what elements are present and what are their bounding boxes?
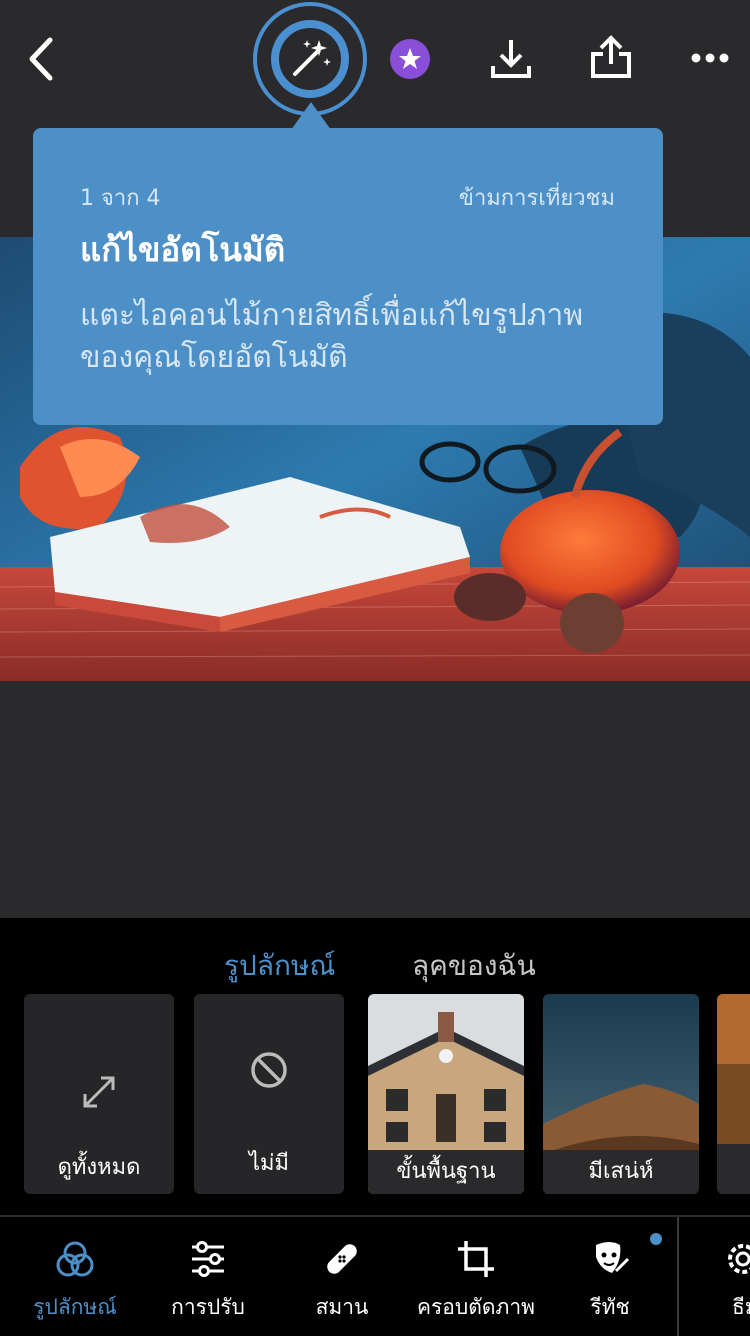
- more-button[interactable]: [690, 46, 730, 70]
- preset-label: ขั้นพื้นฐาน: [368, 1150, 524, 1194]
- sliders-icon: [192, 1241, 224, 1277]
- tooltip-step: 1 จาก 4: [80, 186, 161, 211]
- tab-my-looks[interactable]: ลุคของฉัน: [412, 944, 536, 988]
- auto-edit-ring: [271, 20, 349, 98]
- magic-wand-icon: [293, 40, 331, 76]
- tooltip-arrow: [291, 102, 331, 130]
- download-button[interactable]: [488, 36, 534, 82]
- tab-presets[interactable]: รูปลักษณ์: [224, 944, 335, 988]
- bandage-icon: [327, 1244, 357, 1274]
- toolbar-divider: [677, 1217, 679, 1336]
- expand-icon: [83, 1076, 115, 1108]
- tool-label: ธีม: [732, 1295, 750, 1319]
- back-icon: [29, 37, 53, 81]
- preset-tile-view-all[interactable]: ดูทั้งหมด: [24, 994, 174, 1194]
- tool-adjust[interactable]: การปรับ: [143, 1217, 273, 1336]
- more-icon: [691, 53, 729, 63]
- share-icon: [591, 35, 631, 78]
- tool-crop[interactable]: ครอบตัดภาพ: [411, 1217, 541, 1336]
- tooltip-body: แตะไอคอนไม้กายสิทธิ์เพื่อแก้ไขรูปภาพของค…: [80, 298, 584, 375]
- preset-label: ไม่มี: [248, 1151, 290, 1176]
- tool-label: รูปลักษณ์: [33, 1295, 117, 1319]
- tool-label: สมาน: [315, 1295, 369, 1319]
- share-button[interactable]: [588, 34, 634, 82]
- tooltip-title: แก้ไขอัตโนมัติ: [80, 230, 286, 269]
- preset-thumbnail-partial: [717, 994, 750, 1194]
- preset-label: ดูทั้งหมด: [57, 1155, 141, 1180]
- tool-label: ครอบตัดภาพ: [416, 1295, 536, 1319]
- onboarding-tooltip: 1 จาก 4 ข้ามการเที่ยวชม แก้ไขอัตโนมัติ แ…: [33, 128, 663, 425]
- preset-tile-charm[interactable]: มีเสน่ห์: [543, 994, 699, 1194]
- none-icon: [251, 1052, 287, 1088]
- preset-label: มีเสน่ห์: [543, 1150, 699, 1194]
- tool-presets[interactable]: รูปลักษณ์: [10, 1217, 140, 1336]
- gear-icon: [728, 1244, 750, 1274]
- bottom-toolbar: รูปลักษณ์ การปรับ สมาน ครอบตัดภาพ รีทัช …: [0, 1215, 750, 1336]
- tool-theme[interactable]: ธีม: [685, 1217, 750, 1336]
- tool-label: รีทัช: [590, 1295, 630, 1319]
- crop-icon: [458, 1241, 494, 1277]
- preset-tile-basic[interactable]: ขั้นพื้นฐาน: [368, 994, 524, 1194]
- new-badge-dot: [650, 1233, 662, 1245]
- preset-tile-none[interactable]: ไม่มี: [194, 994, 344, 1194]
- auto-edit-button[interactable]: [253, 2, 367, 116]
- circles-icon: [56, 1241, 94, 1277]
- star-icon: [399, 48, 421, 69]
- face-brush-icon: [596, 1242, 630, 1273]
- download-icon: [491, 40, 531, 78]
- presets-panel: รูปลักษณ์ ลุคของฉัน ดูทั้งหมด ไม่มี ขั้น…: [0, 918, 750, 1215]
- premium-button[interactable]: [390, 39, 430, 79]
- skip-tour-link[interactable]: ข้ามการเที่ยวชม: [459, 180, 615, 215]
- tool-heal[interactable]: สมาน: [277, 1217, 407, 1336]
- preset-tile-partial[interactable]: [717, 994, 750, 1194]
- back-button[interactable]: [22, 34, 62, 84]
- tool-label: การปรับ: [171, 1295, 245, 1319]
